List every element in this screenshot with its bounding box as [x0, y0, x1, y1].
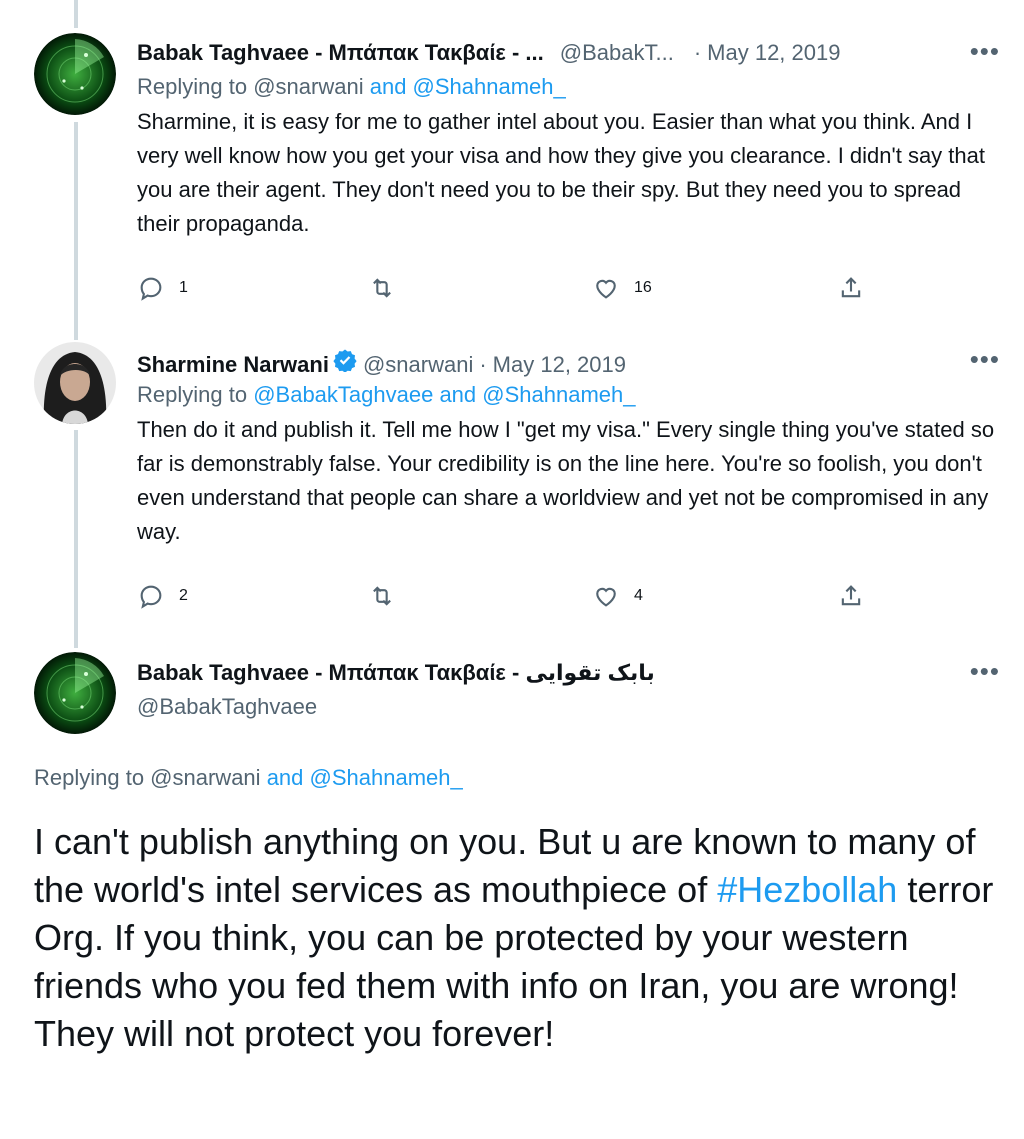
- avatar[interactable]: [34, 652, 116, 734]
- replying-to: Replying to @BabakTaghvaee and @Shahname…: [137, 382, 1000, 408]
- tweet[interactable]: Sharmine Narwani @snarwani · May 12, 201…: [137, 344, 1000, 549]
- thread-line-2: [74, 430, 78, 648]
- author-name[interactable]: Babak Taghvaee - Μπάπακ Τακβαίε - بابک ت…: [137, 660, 655, 686]
- more-options-icon[interactable]: •••: [970, 656, 1000, 687]
- verified-badge-icon[interactable]: [333, 348, 357, 372]
- hashtag-link[interactable]: #Hezbollah: [717, 869, 897, 910]
- reply-count: 2: [179, 587, 188, 604]
- tweet[interactable]: Babak Taghvaee - Μπάπακ Τακβαίε - ... @B…: [137, 36, 1000, 241]
- radar-avatar-icon: [34, 33, 116, 115]
- tweet-date[interactable]: May 12, 2019: [493, 352, 626, 378]
- replying-to-users-link[interactable]: @BabakTaghvaee and @Shahnameh_: [253, 382, 635, 407]
- heart-icon: [596, 279, 616, 299]
- like-button[interactable]: 4: [592, 582, 643, 610]
- replying-to: Replying to @snarwani and @Shahnameh_: [34, 765, 463, 791]
- like-count: 16: [634, 279, 652, 296]
- main-tweet-text: I can't publish anything on you. But u a…: [34, 818, 994, 1058]
- reply-button[interactable]: 2: [137, 582, 188, 610]
- replying-to-prefix[interactable]: Replying to @snarwani: [34, 765, 261, 790]
- retweet-button[interactable]: [368, 274, 396, 302]
- retweet-icon: [373, 278, 391, 298]
- retweet-button[interactable]: [368, 582, 396, 610]
- author-handle[interactable]: @snarwani: [363, 352, 473, 378]
- replying-to-user[interactable]: @snarwani: [253, 74, 363, 99]
- share-button[interactable]: [837, 582, 865, 610]
- retweet-icon: [373, 586, 391, 606]
- separator-dot: ·: [479, 352, 487, 377]
- thread-line-1: [74, 122, 78, 340]
- heart-icon: [596, 587, 616, 607]
- more-options-icon[interactable]: •••: [970, 36, 1000, 67]
- tweet-date[interactable]: May 12, 2019: [707, 40, 840, 66]
- replying-to-others-link[interactable]: and @Shahnameh_: [370, 74, 566, 99]
- radar-avatar-icon: [34, 652, 116, 734]
- share-icon: [841, 277, 861, 298]
- profile-photo-icon: [34, 342, 116, 424]
- reply-icon: [140, 585, 162, 609]
- thread-line-top: [74, 0, 78, 28]
- reply-count: 1: [179, 279, 188, 296]
- replying-to-prefix: Replying to: [137, 382, 248, 407]
- author-handle[interactable]: @BabakT...: [560, 40, 674, 66]
- main-tweet-header: Babak Taghvaee - Μπάπακ Τακβαίε - بابک ت…: [137, 656, 1000, 720]
- replying-to-prefix: Replying to: [137, 74, 248, 99]
- reply-icon: [140, 277, 162, 301]
- more-options-icon[interactable]: •••: [970, 344, 1000, 375]
- like-count: 4: [634, 587, 643, 604]
- separator-dot: ·: [693, 40, 702, 65]
- avatar[interactable]: [34, 33, 116, 115]
- tweet-text: Then do it and publish it. Tell me how I…: [137, 417, 995, 544]
- reply-button[interactable]: 1: [137, 274, 188, 302]
- replying-to-others-link[interactable]: and @Shahnameh_: [267, 765, 463, 790]
- avatar[interactable]: [34, 342, 116, 424]
- author-name[interactable]: Babak Taghvaee - Μπάπακ Τακβαίε - ...: [137, 40, 544, 66]
- replying-to: Replying to @snarwani and @Shahnameh_: [137, 74, 1000, 100]
- like-button[interactable]: 16: [592, 274, 652, 302]
- author-handle[interactable]: @BabakTaghvaee: [137, 694, 1000, 720]
- tweet-text: Sharmine, it is easy for me to gather in…: [137, 109, 985, 236]
- share-icon: [841, 585, 861, 606]
- author-name[interactable]: Sharmine Narwani: [137, 352, 329, 378]
- share-button[interactable]: [837, 274, 865, 302]
